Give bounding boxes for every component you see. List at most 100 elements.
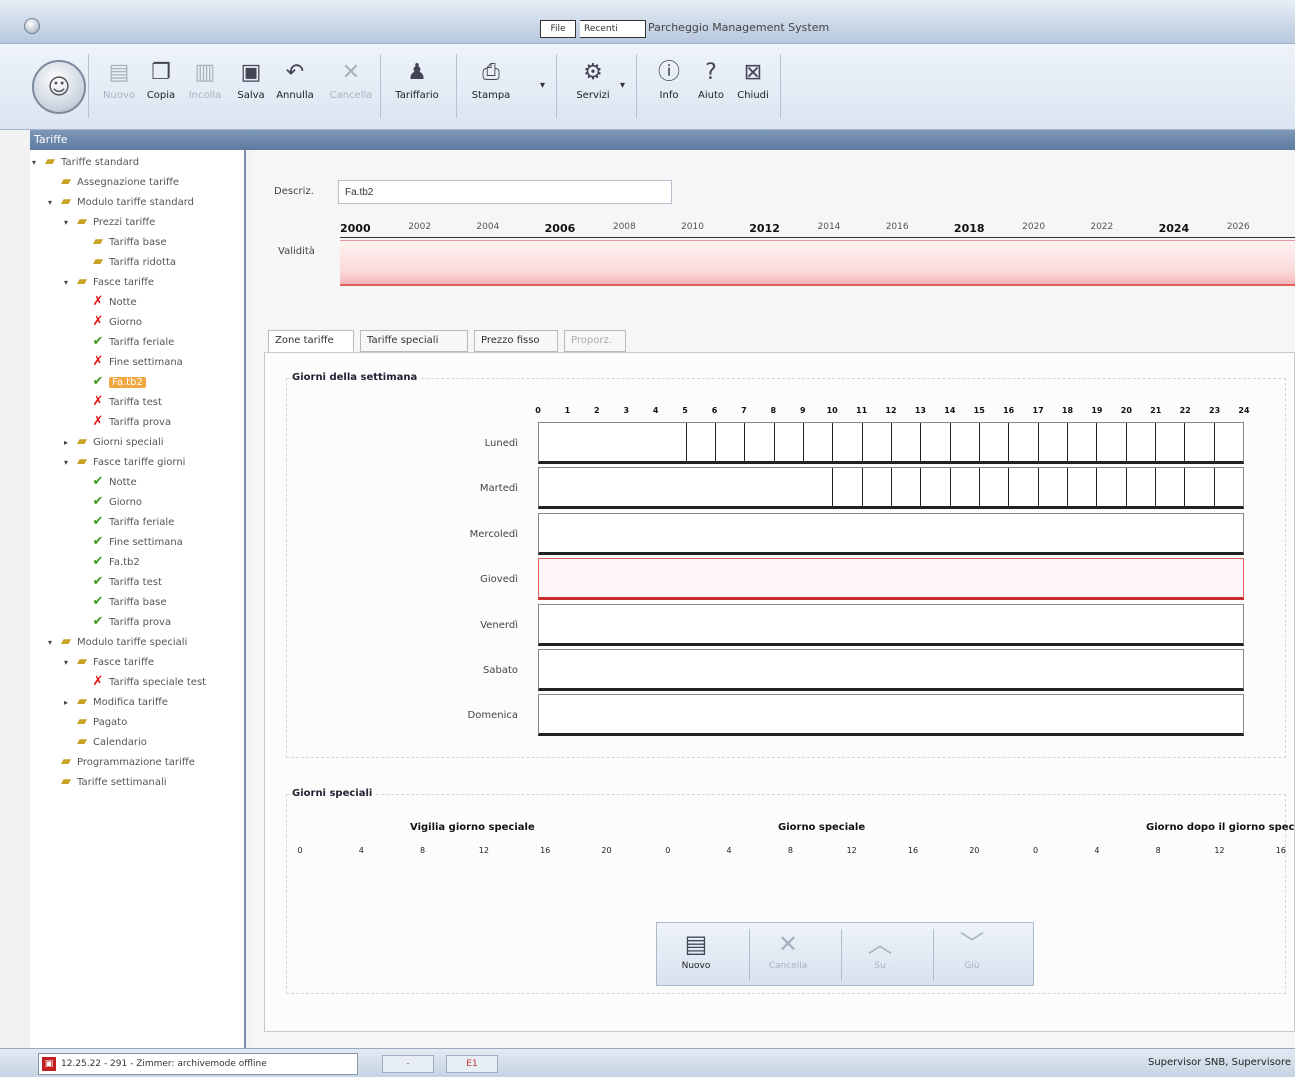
tree-node[interactable]: ✔ Tariffa prova <box>80 612 172 632</box>
tree-node[interactable]: ✔ Tariffa feriale <box>80 512 175 532</box>
delete-icon: ✕ <box>777 930 799 958</box>
stampa-button[interactable]: ⎙ Stampa <box>468 56 514 116</box>
tree-node-label: Tariffa feriale <box>109 337 175 348</box>
week-group-title: Giorni della settimana <box>292 372 422 383</box>
tab-tariffe-speciali[interactable]: Tariffe speciali <box>360 330 468 352</box>
chevron-down-icon[interactable]: ▾ <box>620 80 625 91</box>
giù-row-button[interactable]: ﹀ Giù <box>937 927 1007 983</box>
quick-file-button[interactable]: File <box>540 20 576 38</box>
error-x-icon: ✗ <box>92 294 104 309</box>
tree-node[interactable]: ▾ ▰ Fasce tariffe giorni <box>64 452 185 472</box>
day-timeline-row[interactable] <box>538 512 1244 555</box>
cancella-row-button[interactable]: ✕ Cancella <box>753 927 823 983</box>
collapse-icon[interactable]: ▾ <box>32 153 42 173</box>
hour-tick-label: 15 <box>973 406 985 415</box>
tree-node[interactable]: ▰ Pagato <box>64 712 127 732</box>
tree-node[interactable]: ✔ Fa.tb2 <box>80 372 146 392</box>
tab-prezzo-fisso[interactable]: Prezzo fisso <box>474 330 558 352</box>
ribbon-button-label: Salva <box>237 90 265 101</box>
cancella-button[interactable]: ✕ Cancella <box>328 56 374 116</box>
info-button[interactable]: ⓘ Info <box>646 56 692 116</box>
status-bar: ▣ 12.25.22 - 291 - Zimmer: archivemode o… <box>0 1048 1295 1077</box>
app-small-icon[interactable] <box>24 18 40 34</box>
day-timeline-row[interactable] <box>538 558 1244 601</box>
description-input[interactable] <box>338 180 672 204</box>
hour-divider <box>861 423 863 461</box>
collapse-icon[interactable]: ▾ <box>64 273 74 293</box>
expand-icon[interactable]: ▸ <box>64 433 74 453</box>
tree-node[interactable]: ▾ ▰ Tariffe standard <box>32 152 139 172</box>
day-timeline-row[interactable] <box>538 422 1244 464</box>
tree-node[interactable]: ✔ Tariffa feriale <box>80 332 175 352</box>
tree-node[interactable]: ▰ Programmazione tariffe <box>48 752 195 772</box>
status-indicator-1[interactable]: - <box>382 1055 434 1073</box>
hour-divider <box>1184 468 1186 507</box>
checkmark-icon: ✔ <box>92 534 104 549</box>
hour-divider <box>832 468 834 507</box>
tree-node[interactable]: ▾ ▰ Fasce tariffe <box>64 272 154 292</box>
tree-node-label: Tariffa speciale test <box>109 677 207 688</box>
tree-node[interactable]: ✔ Notte <box>80 472 137 492</box>
collapse-icon[interactable]: ▾ <box>48 633 58 653</box>
aiuto-button[interactable]: ? Aiuto <box>688 56 734 116</box>
ribbon-button-label: Cancella <box>329 90 373 101</box>
tree-node[interactable]: ▾ ▰ Fasce tariffe <box>64 652 154 672</box>
tab-zone-tariffe[interactable]: Zone tariffe <box>268 330 354 352</box>
tree-node[interactable]: ✗ Tariffa speciale test <box>80 672 207 692</box>
tree-node[interactable]: ✔ Tariffa test <box>80 572 162 592</box>
tree-node[interactable]: ▾ ▰ Prezzi tariffe <box>64 212 155 232</box>
tree-node[interactable]: ✔ Fa.tb2 <box>80 552 140 572</box>
tariff-tree[interactable]: ▾ ▰ Tariffe standard ▰ Assegnazione tariffe ▾… <box>30 150 246 1048</box>
tree-node[interactable]: ▰ Assegnazione tariffe <box>48 172 179 192</box>
tree-node[interactable]: ▰ Tariffa ridotta <box>80 252 176 272</box>
tree-node[interactable]: ▰ Calendario <box>64 732 147 752</box>
tree-node[interactable]: ▾ ▰ Modulo tariffe speciali <box>48 632 187 652</box>
hour-tick-label: 0 <box>535 406 541 415</box>
tree-node[interactable]: ✔ Tariffa base <box>80 592 167 612</box>
tree-node[interactable]: ✔ Giorno <box>80 492 143 512</box>
toolbar-separator <box>933 929 934 981</box>
day-timeline-row[interactable] <box>538 694 1244 737</box>
app-menu-button[interactable]: ☺ <box>32 60 86 114</box>
annulla-button[interactable]: ↶ Annulla <box>272 56 318 116</box>
collapse-icon[interactable]: ▾ <box>64 453 74 473</box>
expand-icon[interactable]: ▸ <box>64 693 74 713</box>
tree-node[interactable]: ✗ Tariffa prova <box>80 412 172 432</box>
status-indicator-2[interactable]: E1 <box>446 1055 498 1073</box>
servizi-button[interactable]: ⚙ Servizi <box>570 56 616 116</box>
su-row-button[interactable]: ︿ Su <box>845 927 915 983</box>
checkmark-icon: ✔ <box>92 574 104 589</box>
chevron-down-icon[interactable]: ▾ <box>540 80 545 91</box>
day-timeline-row[interactable] <box>538 649 1244 691</box>
collapse-icon[interactable]: ▾ <box>64 653 74 673</box>
day-timeline-row[interactable] <box>538 467 1244 510</box>
tree-node[interactable]: ▰ Tariffa base <box>80 232 167 252</box>
tree-node[interactable]: ✗ Notte <box>80 292 137 312</box>
incolla-button[interactable]: ▥ Incolla <box>182 56 228 116</box>
task-button[interactable]: ▣ 12.25.22 - 291 - Zimmer: archivemode o… <box>38 1053 358 1075</box>
tree-node[interactable]: ✗ Giorno <box>80 312 143 332</box>
day-timeline-row[interactable] <box>538 603 1244 646</box>
tree-node[interactable]: ✗ Tariffa test <box>80 392 162 412</box>
collapse-icon[interactable]: ▾ <box>64 213 74 233</box>
tree-node[interactable]: ▾ ▰ Modulo tariffe standard <box>48 192 194 212</box>
checkmark-icon: ✔ <box>92 374 104 389</box>
checkmark-icon: ✔ <box>92 474 104 489</box>
collapse-icon[interactable]: ▾ <box>48 193 58 213</box>
nuovo-button[interactable]: ▤ Nuovo <box>96 56 142 116</box>
copia-button[interactable]: ❐ Copia <box>138 56 184 116</box>
chiudi-button[interactable]: ⊠ Chiudi <box>730 56 776 116</box>
tree-node[interactable]: ✔ Fine settimana <box>80 532 183 552</box>
tree-node[interactable]: ▰ Tariffe settimanali <box>48 772 167 792</box>
validity-timeline-bar[interactable] <box>340 240 1295 286</box>
tree-node[interactable]: ✗ Fine settimana <box>80 352 183 372</box>
day-label: Martedì <box>479 483 518 495</box>
nuovo-row-button[interactable]: ▤ Nuovo <box>661 927 731 983</box>
salva-button[interactable]: ▣ Salva <box>228 56 274 116</box>
tree-node-label: Tariffa test <box>109 397 162 408</box>
tariffario-button[interactable]: ♟ Tariffario <box>394 56 440 116</box>
tree-node[interactable]: ▸ ▰ Giorni speciali <box>64 432 164 452</box>
special-heading-day: Giorno speciale <box>778 822 866 833</box>
tree-node[interactable]: ▸ ▰ Modifica tariffe <box>64 692 168 712</box>
quick-recent-button[interactable]: Recenti <box>580 20 646 38</box>
